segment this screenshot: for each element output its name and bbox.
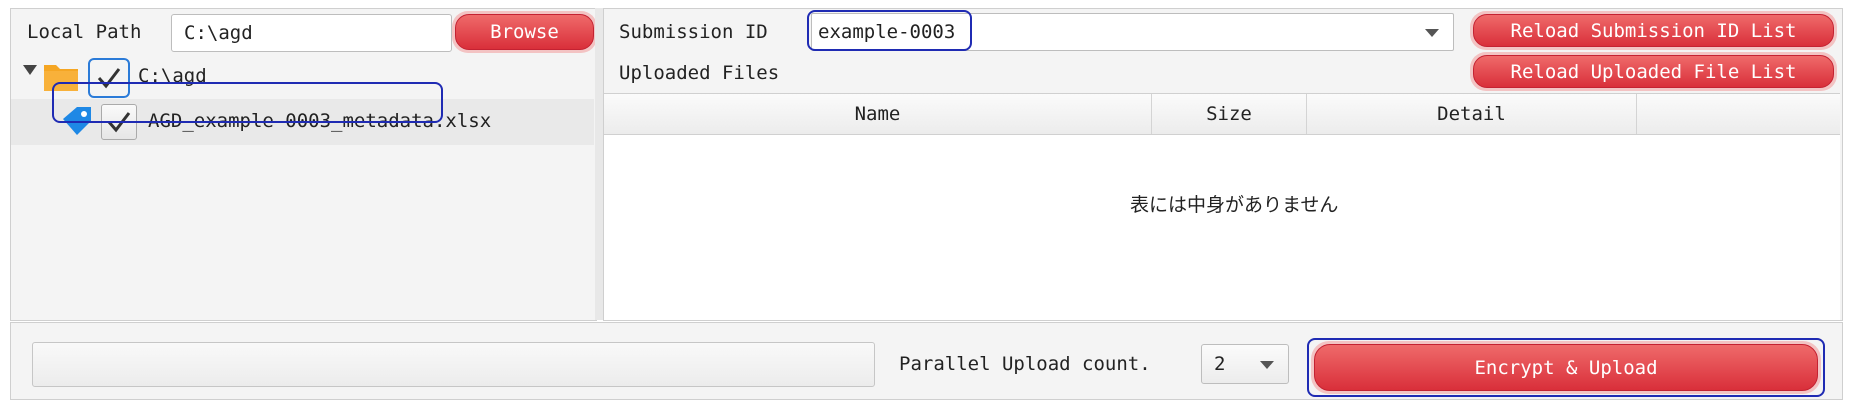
local-path-input[interactable]: C:\agd xyxy=(171,14,452,52)
parallel-upload-label: Parallel Upload count. xyxy=(899,353,1151,375)
remote-files-panel: Submission ID example-0003 Reload Submis… xyxy=(603,8,1843,321)
expand-triangle-icon[interactable] xyxy=(23,65,37,75)
column-header-name[interactable]: Name xyxy=(604,94,1152,134)
table-empty-placeholder: 表には中身がありません xyxy=(1130,194,1339,216)
file-row-highlight xyxy=(52,82,443,123)
reload-uploaded-files-button[interactable]: Reload Uploaded File List xyxy=(1470,52,1837,91)
submission-id-label: Submission ID xyxy=(619,21,768,43)
reload-uploaded-files-label: Reload Uploaded File List xyxy=(1473,55,1834,88)
reload-submission-ids-button[interactable]: Reload Submission ID List xyxy=(1470,11,1837,50)
pane-divider[interactable] xyxy=(595,8,603,320)
dropdown-arrow-icon xyxy=(1425,29,1439,37)
browse-button[interactable]: Browse xyxy=(452,11,597,53)
parallel-upload-value: 2 xyxy=(1214,353,1226,375)
submission-id-highlight xyxy=(807,10,972,51)
browse-button-label: Browse xyxy=(455,14,594,50)
dropdown-arrow-icon xyxy=(1260,361,1274,369)
encrypt-upload-label: Encrypt & Upload xyxy=(1314,344,1818,391)
table-header: Name Size Detail xyxy=(604,94,1840,135)
column-header-size[interactable]: Size xyxy=(1152,94,1307,134)
encrypt-upload-button[interactable]: Encrypt & Upload xyxy=(1311,341,1821,394)
uploaded-files-label: Uploaded Files xyxy=(619,62,780,84)
uploaded-files-table: Name Size Detail 表には中身がありません xyxy=(604,93,1840,320)
column-header-filler xyxy=(1637,94,1840,134)
footer-bar: Parallel Upload count. 2 Encrypt & Uploa… xyxy=(10,322,1843,400)
parallel-upload-select[interactable]: 2 xyxy=(1201,344,1289,384)
local-files-panel: Local Path C:\agd Browse C:\agd AGD_exam… xyxy=(10,8,597,321)
local-path-label: Local Path xyxy=(27,21,142,43)
upload-progress-bar xyxy=(32,342,875,387)
reload-submission-ids-label: Reload Submission ID List xyxy=(1473,14,1834,47)
column-header-detail[interactable]: Detail xyxy=(1307,94,1637,134)
